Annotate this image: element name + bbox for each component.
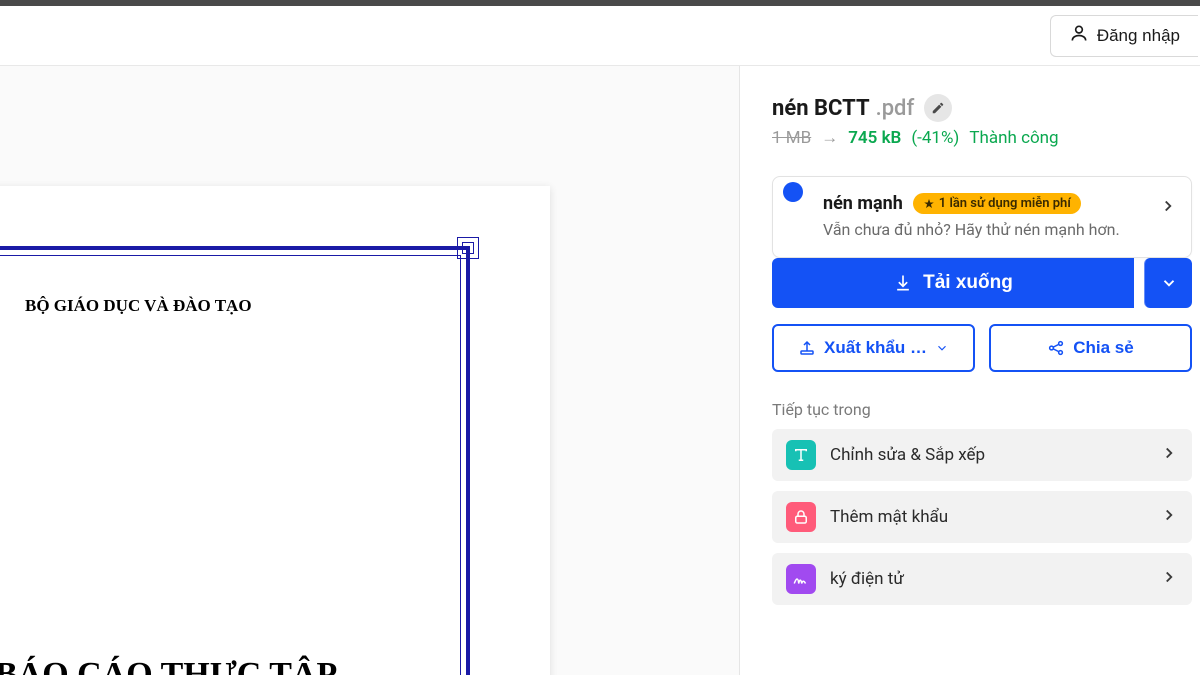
indicator-dot-icon: [783, 182, 803, 202]
compressed-size: 745 kB: [848, 128, 901, 148]
download-label: Tải xuống: [923, 272, 1013, 294]
top-bar: Đăng nhập: [0, 6, 1200, 66]
chevron-down-icon: [935, 341, 949, 355]
strong-compress-subtitle: Vẫn chưa đủ nhỏ? Hãy thử nén mạnh hơn.: [823, 220, 1173, 239]
rename-button[interactable]: [924, 94, 952, 122]
arrow-right-icon: →: [821, 128, 838, 148]
export-label: Xuất khẩu …: [824, 338, 927, 358]
secondary-actions-row: Xuất khẩu … Chia sẻ: [772, 324, 1192, 372]
pencil-icon: [931, 101, 945, 115]
status-success: Thành công: [969, 128, 1058, 148]
share-label: Chia sẻ: [1073, 338, 1133, 358]
download-button[interactable]: Tải xuống: [772, 258, 1134, 308]
tool-label: Chỉnh sửa & Sắp xếp: [830, 445, 1146, 465]
chevron-right-icon: [1160, 506, 1178, 528]
document-header-text: BỘ GIÁO DỤC VÀ ĐÀO TẠO: [25, 296, 252, 316]
star-icon: [923, 198, 935, 210]
document-frame-outer: BỘ GIÁO DỤC VÀ ĐÀO TẠO BÁO CÁO THỰC TẬP …: [0, 246, 470, 675]
signature-icon: [786, 564, 816, 594]
login-button[interactable]: Đăng nhập: [1050, 15, 1198, 57]
lock-icon: [786, 502, 816, 532]
download-row: Tải xuống: [772, 258, 1192, 308]
chevron-down-icon: [1160, 274, 1178, 292]
main-area: BỘ GIÁO DỤC VÀ ĐÀO TẠO BÁO CÁO THỰC TẬP …: [0, 66, 1200, 675]
chevron-right-icon: [1160, 444, 1178, 466]
tool-label: ký điện tử: [830, 569, 1146, 589]
tool-add-password[interactable]: Thêm mật khẩu: [772, 491, 1192, 543]
chevron-right-icon: [1160, 568, 1178, 590]
free-use-badge: 1 lần sử dụng miễn phí: [913, 193, 1081, 214]
tool-edit-organize[interactable]: Chỉnh sửa & Sắp xếp: [772, 429, 1192, 481]
document-title-block: BÁO CÁO THỰC TẬP ĐỢT 4 NĂM HỌC 2022 - 20…: [0, 656, 460, 675]
document-title: BÁO CÁO THỰC TẬP: [0, 656, 460, 675]
tool-esign[interactable]: ký điện tử: [772, 553, 1192, 605]
text-edit-icon: [786, 440, 816, 470]
file-name: nén BCTT: [772, 96, 870, 121]
export-button[interactable]: Xuất khẩu …: [772, 324, 975, 372]
compression-result-row: 1 MB → 745 kB (-41%) Thành công: [772, 128, 1192, 148]
share-button[interactable]: Chia sẻ: [989, 324, 1192, 372]
document-preview-pane: BỘ GIÁO DỤC VÀ ĐÀO TẠO BÁO CÁO THỰC TẬP …: [0, 66, 740, 675]
continue-label: Tiếp tục trong: [772, 400, 1192, 419]
share-icon: [1047, 339, 1065, 357]
document-page: BỘ GIÁO DỤC VÀ ĐÀO TẠO BÁO CÁO THỰC TẬP …: [0, 186, 550, 675]
chevron-right-icon: [1159, 197, 1177, 219]
original-size: 1 MB: [772, 128, 811, 148]
reduction-percent: (-41%): [911, 128, 959, 148]
export-icon: [798, 339, 816, 357]
document-frame-inner: BỘ GIÁO DỤC VÀ ĐÀO TẠO BÁO CÁO THỰC TẬP …: [0, 255, 461, 675]
tool-label: Thêm mật khẩu: [830, 507, 1146, 527]
download-options-button[interactable]: [1144, 258, 1192, 308]
login-label: Đăng nhập: [1097, 26, 1180, 46]
download-icon: [893, 273, 913, 293]
free-use-badge-label: 1 lần sử dụng miễn phí: [939, 196, 1071, 211]
file-extension: .pdf: [876, 96, 915, 121]
side-panel: nén BCTT.pdf 1 MB → 745 kB (-41%) Thành …: [740, 66, 1200, 675]
file-name-row: nén BCTT.pdf: [772, 94, 1192, 122]
strong-compress-title: nén mạnh: [823, 193, 903, 214]
strong-compress-card[interactable]: nén mạnh 1 lần sử dụng miễn phí Vẫn chưa…: [772, 176, 1192, 258]
strong-compress-header: nén mạnh 1 lần sử dụng miễn phí: [823, 193, 1173, 214]
user-icon: [1069, 23, 1089, 48]
continue-tool-list: Chỉnh sửa & Sắp xếp Thêm mật khẩu ký điệ…: [772, 429, 1192, 605]
